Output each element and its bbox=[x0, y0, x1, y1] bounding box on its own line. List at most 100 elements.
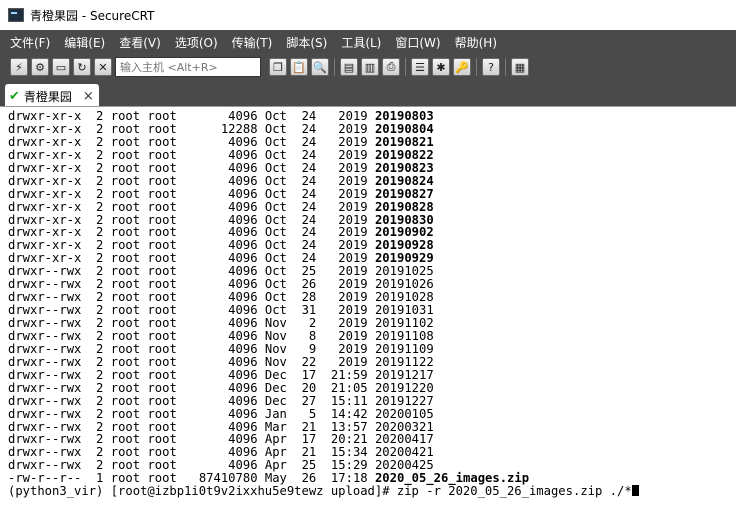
close-tab-icon[interactable]: × bbox=[83, 89, 94, 104]
link-count: 2 bbox=[88, 316, 104, 330]
printer-icon[interactable]: ⎙ bbox=[382, 58, 400, 76]
file-owner: root bbox=[110, 225, 141, 240]
file-group: root bbox=[147, 406, 177, 421]
file-owner: root bbox=[110, 134, 141, 149]
file-name: 20191227 bbox=[374, 393, 434, 408]
file-name: 20190821 bbox=[374, 134, 434, 149]
file-permissions: drwxr-xr-x bbox=[8, 173, 82, 188]
link-count: 2 bbox=[88, 199, 104, 214]
file-time: 2019 bbox=[323, 121, 368, 136]
copy-icon[interactable]: ❐ bbox=[269, 58, 287, 76]
file-permissions: drwxr--rwx bbox=[8, 316, 82, 330]
file-month: Oct bbox=[264, 264, 287, 279]
file-permissions: drwxr-xr-x bbox=[8, 121, 82, 136]
menu-options[interactable]: 选项(O) bbox=[175, 34, 218, 51]
menu-view[interactable]: 查看(V) bbox=[119, 34, 161, 51]
file-day: 25 bbox=[294, 264, 317, 279]
file-time: 2019 bbox=[323, 173, 368, 188]
file-day: 31 bbox=[294, 303, 317, 318]
file-name: 20200417 bbox=[374, 432, 434, 447]
file-month: Oct bbox=[264, 251, 287, 266]
file-name: 20190830 bbox=[374, 212, 434, 227]
file-owner: root bbox=[110, 238, 141, 253]
file-group: root bbox=[147, 303, 177, 318]
toolbar-separator bbox=[405, 58, 406, 76]
session-options-icon[interactable]: ☰ bbox=[411, 58, 429, 76]
host-input[interactable] bbox=[115, 57, 261, 77]
keymap-icon[interactable]: 🔑 bbox=[453, 58, 471, 76]
menu-help[interactable]: 帮助(H) bbox=[455, 34, 497, 51]
file-permissions: drwxr--rwx bbox=[8, 406, 82, 421]
toolbar-separator bbox=[476, 58, 477, 76]
terminal-output[interactable]: drwxr-xr-x 2 root root 4096 Oct 24 2019 … bbox=[0, 109, 736, 507]
file-permissions: drwxr-xr-x bbox=[8, 186, 82, 201]
file-name: 20190824 bbox=[374, 173, 434, 188]
quick-connect-icon[interactable]: ⚙ bbox=[31, 58, 49, 76]
file-month: Oct bbox=[264, 290, 287, 305]
file-name: 20200425 bbox=[374, 458, 434, 473]
file-size: 4096 bbox=[184, 225, 258, 240]
link-count: 2 bbox=[88, 458, 104, 473]
file-owner: root bbox=[110, 264, 141, 279]
disconnect-icon[interactable]: ✕ bbox=[94, 58, 112, 76]
file-group: root bbox=[147, 471, 177, 486]
file-group: root bbox=[147, 251, 177, 266]
file-month: Nov bbox=[264, 341, 287, 356]
file-size: 4096 bbox=[184, 432, 258, 447]
file-group: root bbox=[147, 134, 177, 149]
file-day: 25 bbox=[294, 458, 317, 473]
file-time: 15:11 bbox=[323, 393, 368, 408]
file-size: 4096 bbox=[184, 199, 258, 214]
file-time: 2019 bbox=[323, 303, 368, 318]
file-name: 20191217 bbox=[374, 367, 434, 382]
link-count: 2 bbox=[88, 121, 104, 136]
global-options-icon[interactable]: ✱ bbox=[432, 58, 450, 76]
help-icon[interactable]: ? bbox=[482, 58, 500, 76]
menu-tools[interactable]: 工具(L) bbox=[341, 34, 381, 51]
connect-in-tab-icon[interactable]: ▭ bbox=[52, 58, 70, 76]
file-group: root bbox=[147, 393, 177, 408]
reconnect-icon[interactable]: ↻ bbox=[73, 58, 91, 76]
menu-window[interactable]: 窗口(W) bbox=[395, 34, 440, 51]
file-size: 12288 bbox=[184, 121, 258, 136]
file-month: Oct bbox=[264, 134, 287, 149]
menu-file[interactable]: 文件(F) bbox=[10, 34, 50, 51]
file-size: 4096 bbox=[184, 367, 258, 382]
print-selection-icon[interactable]: ▥ bbox=[361, 58, 379, 76]
sftp-icon[interactable]: ▦ bbox=[511, 58, 529, 76]
menu-script[interactable]: 脚本(S) bbox=[286, 34, 327, 51]
file-owner: root bbox=[110, 186, 141, 201]
file-time: 2019 bbox=[323, 354, 368, 369]
file-group: root bbox=[147, 445, 177, 460]
connect-icon[interactable]: ⚡ bbox=[10, 58, 28, 76]
file-name: 20191122 bbox=[374, 354, 434, 369]
link-count: 2 bbox=[88, 354, 104, 369]
file-group: root bbox=[147, 341, 177, 356]
file-name: 20190929 bbox=[374, 251, 434, 266]
file-owner: root bbox=[110, 290, 141, 305]
menu-edit[interactable]: 编辑(E) bbox=[64, 34, 105, 51]
menu-bar: 文件(F) 编辑(E) 查看(V) 选项(O) 传输(T) 脚本(S) 工具(L… bbox=[0, 30, 736, 54]
link-count: 2 bbox=[88, 264, 104, 279]
find-icon[interactable]: 🔍 bbox=[311, 58, 329, 76]
file-name: 20190823 bbox=[374, 160, 434, 175]
file-group: root bbox=[147, 109, 177, 123]
file-permissions: drwxr--rwx bbox=[8, 354, 82, 369]
file-size: 4096 bbox=[184, 109, 258, 123]
toolbar: ⚡ ⚙ ▭ ↻ ✕ ❐ 📋 🔍 ▤ ▥ ⎙ ☰ ✱ 🔑 ? ▦ bbox=[0, 54, 736, 80]
file-group: root bbox=[147, 380, 177, 395]
link-count: 1 bbox=[88, 471, 104, 486]
file-owner: root bbox=[110, 121, 141, 136]
tab-session[interactable]: ✔ 青橙果园 × bbox=[5, 84, 99, 108]
paste-icon[interactable]: 📋 bbox=[290, 58, 308, 76]
menu-transfer[interactable]: 传输(T) bbox=[232, 34, 273, 51]
title-bar: 青橙果园 - SecureCRT bbox=[0, 0, 736, 30]
print-icon[interactable]: ▤ bbox=[340, 58, 358, 76]
file-permissions: drwxr-xr-x bbox=[8, 109, 82, 123]
file-name: 20200321 bbox=[374, 419, 434, 434]
file-group: root bbox=[147, 147, 177, 162]
file-month: Oct bbox=[264, 199, 287, 214]
file-size: 4096 bbox=[184, 445, 258, 460]
link-count: 2 bbox=[88, 277, 104, 292]
file-name: 20191028 bbox=[374, 290, 434, 305]
